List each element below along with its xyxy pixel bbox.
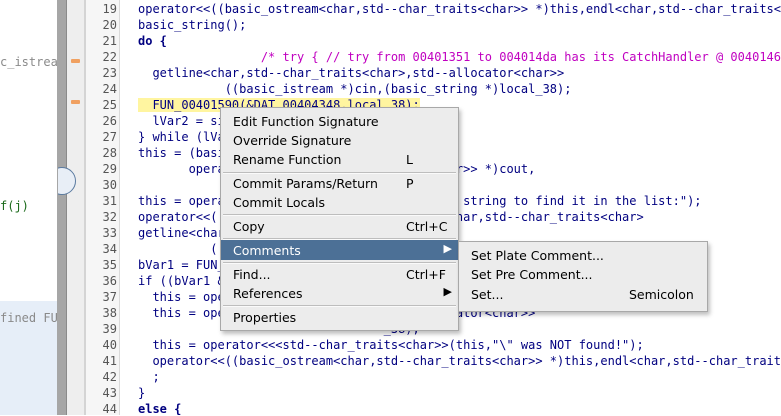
menu-item-shortcut: Semicolon xyxy=(629,287,694,302)
code-line[interactable]: lVar2 = si xyxy=(138,114,224,128)
menu-item-set[interactable]: Set... Semicolon xyxy=(459,284,707,304)
menu-item-label: Set Pre Comment... xyxy=(471,267,593,282)
line-number: 25 xyxy=(102,98,117,112)
menu-item-label: Comments xyxy=(233,243,301,258)
code-line[interactable]: else { xyxy=(138,402,181,416)
line-number: 40 xyxy=(102,338,117,352)
line-number: 20 xyxy=(102,18,117,32)
menu-item-label: Find... xyxy=(233,267,271,282)
line-number: 19 xyxy=(102,2,117,16)
line-number: 21 xyxy=(102,34,117,48)
menu-item-set-pre-comment[interactable]: Set Pre Comment... xyxy=(459,264,707,284)
line-number: 34 xyxy=(102,242,117,256)
left-pane: c_istrea f(j) fined FU xyxy=(0,0,58,415)
menu-item-comments[interactable]: Comments ▶ xyxy=(221,240,458,260)
left-pane-text: fined FU xyxy=(0,311,58,325)
code-line[interactable]: ((basic_istream *)cin,(basic_string *)lo… xyxy=(138,82,572,96)
code-line-comment[interactable]: /* try { // try from 00401351 to 004014d… xyxy=(138,50,781,64)
left-pane-text: c_istrea xyxy=(0,55,58,69)
menu-item-label: Edit Function Signature xyxy=(233,114,379,129)
line-number: 33 xyxy=(102,226,117,240)
line-number: 35 xyxy=(102,258,117,272)
menu-item-commit-params-return[interactable]: Commit Params/Return P xyxy=(221,173,458,193)
line-number: 30 xyxy=(102,178,117,192)
menu-item-label: Set Plate Comment... xyxy=(471,248,604,263)
change-marker[interactable] xyxy=(71,100,80,104)
line-number: 32 xyxy=(102,210,117,224)
menu-item-label: References xyxy=(233,286,303,301)
menu-item-label: Set... xyxy=(471,287,504,302)
menu-item-shortcut: P xyxy=(406,176,414,191)
menu-item-label: Commit Params/Return xyxy=(233,176,378,191)
menu-item-rename-function[interactable]: Rename Function L xyxy=(221,149,458,169)
menu-item-edit-function-signature[interactable]: Edit Function Signature xyxy=(221,111,458,131)
code-line[interactable]: this = (basi xyxy=(138,146,225,160)
line-number: 39 xyxy=(102,322,117,336)
context-menu: Edit Function Signature Override Signatu… xyxy=(220,107,459,331)
line-number: 23 xyxy=(102,66,117,80)
menu-item-set-plate-comment[interactable]: Set Plate Comment... xyxy=(459,245,707,265)
menu-item-label: Copy xyxy=(233,219,265,234)
code-line[interactable]: if ((bVar1 & xyxy=(138,274,225,288)
menu-item-shortcut: Ctrl+C xyxy=(406,219,448,234)
left-pane-text: f(j) xyxy=(0,199,29,213)
code-line[interactable]: ; xyxy=(138,370,159,384)
menu-item-label: Commit Locals xyxy=(233,195,325,210)
line-number: 28 xyxy=(102,146,117,160)
code-line[interactable]: this = operator<<<std--char_traits<char>… xyxy=(138,338,643,352)
menu-item-find[interactable]: Find... Ctrl+F xyxy=(221,264,458,284)
line-number: 44 xyxy=(102,402,117,416)
menu-item-copy[interactable]: Copy Ctrl+C xyxy=(221,216,458,236)
line-number: 31 xyxy=(102,194,117,208)
code-line[interactable]: } while (lVa xyxy=(138,130,225,144)
line-number: 26 xyxy=(102,114,117,128)
line-number: 37 xyxy=(102,290,117,304)
menu-item-override-signature[interactable]: Override Signature xyxy=(221,130,458,150)
line-number: 43 xyxy=(102,386,117,400)
menu-item-shortcut: L xyxy=(406,152,413,167)
code-line[interactable]: operator<<((basic_ostream<char,std--char… xyxy=(138,354,781,368)
submenu-arrow-icon: ▶ xyxy=(443,242,452,255)
code-line[interactable]: basic_string(); xyxy=(138,18,246,32)
line-number: 27 xyxy=(102,130,117,144)
code-line[interactable]: (( xyxy=(138,242,224,256)
line-number: 41 xyxy=(102,354,117,368)
menu-item-commit-locals[interactable]: Commit Locals xyxy=(221,192,458,212)
line-number: 22 xyxy=(102,50,117,64)
menu-item-label: Rename Function xyxy=(233,152,342,167)
menu-item-properties[interactable]: Properties xyxy=(221,307,458,327)
code-line[interactable]: getline<char,std--char_traits<char>,std-… xyxy=(138,66,564,80)
line-number: 36 xyxy=(102,274,117,288)
code-line[interactable]: operator<<((basic_ostream<char,std--char… xyxy=(138,2,781,16)
change-marker[interactable] xyxy=(71,59,80,63)
gutter-border xyxy=(119,0,120,415)
menu-item-label: Override Signature xyxy=(233,133,352,148)
code-line[interactable]: bVar1 = FUN_ xyxy=(138,258,225,272)
line-number: 38 xyxy=(102,306,117,320)
submenu-arrow-icon: ▶ xyxy=(443,285,452,298)
line-number: 24 xyxy=(102,82,117,96)
menu-item-references[interactable]: References ▶ xyxy=(221,283,458,303)
menu-item-label: Properties xyxy=(233,310,297,325)
code-line[interactable]: do { xyxy=(138,34,167,48)
line-number: 29 xyxy=(102,162,117,176)
code-line[interactable]: } xyxy=(138,386,145,400)
menu-item-shortcut: Ctrl+F xyxy=(406,267,446,282)
line-number: 42 xyxy=(102,370,117,384)
comments-submenu: Set Plate Comment... Set Pre Comment... … xyxy=(458,241,708,312)
